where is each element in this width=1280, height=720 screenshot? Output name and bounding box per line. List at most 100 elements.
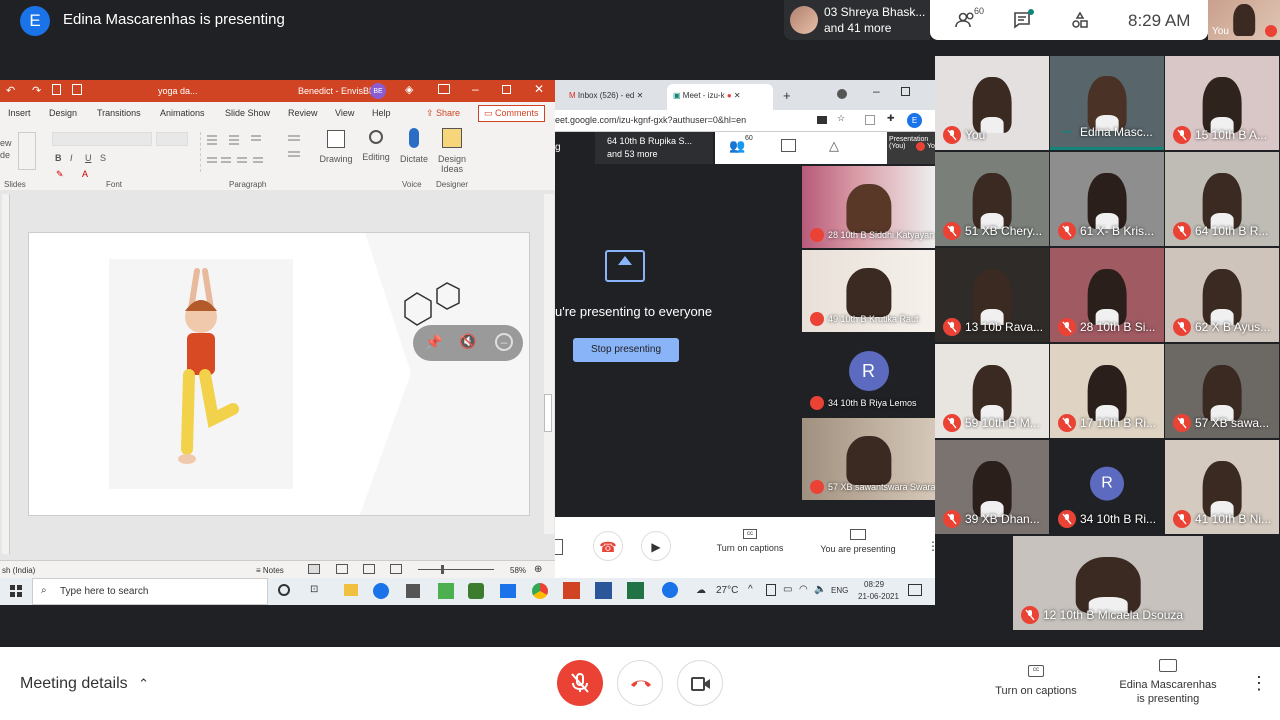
app-icon[interactable]: [662, 582, 678, 598]
participants-chip[interactable]: 03 Shreya Bhask... and 41 more: [784, 0, 930, 40]
font-name-box[interactable]: [52, 132, 152, 146]
participant-tile[interactable]: 12 10th B Micaela Dsouza: [1013, 536, 1203, 630]
paragraph-tools[interactable]: [200, 132, 280, 172]
taskbar-date[interactable]: 21-06-2021: [858, 592, 899, 601]
ribbon-display-icon[interactable]: [438, 84, 450, 94]
app-icon[interactable]: [468, 583, 484, 599]
people-icon[interactable]: 👥: [729, 138, 745, 154]
share-button[interactable]: ⇪ Share: [426, 108, 460, 119]
camera-icon[interactable]: ▶: [641, 531, 671, 561]
notes-button[interactable]: ≡ Notes: [256, 566, 284, 575]
close-icon[interactable]: ✕: [534, 82, 544, 96]
excel-icon[interactable]: [627, 582, 644, 599]
font-size-box[interactable]: [156, 132, 188, 146]
mic-toggle-button[interactable]: [557, 660, 603, 706]
taskbar-time[interactable]: 08:29: [864, 580, 884, 589]
italic-icon[interactable]: I: [70, 153, 73, 163]
participant-tile[interactable]: 59 10th B M...: [935, 344, 1049, 438]
inner-participants-chip[interactable]: 64 10th B Rupika S... and 53 more: [595, 132, 713, 164]
save-icon[interactable]: [72, 84, 82, 95]
vertical-scrollbar[interactable]: [544, 194, 554, 534]
inner-presenting-button[interactable]: You are presenting: [817, 529, 899, 554]
url-text[interactable]: eet.google.com/izu-kgnf-gxk?authuser=0&h…: [555, 115, 746, 125]
store-icon[interactable]: [406, 584, 420, 598]
diamond-icon[interactable]: ◈: [405, 83, 413, 96]
participant-tile[interactable]: ••• Edina Masc...: [1050, 56, 1164, 150]
tab-search-icon[interactable]: [837, 89, 847, 99]
leave-call-button[interactable]: [617, 660, 663, 706]
edge-icon[interactable]: [373, 583, 389, 599]
app-icon[interactable]: [438, 583, 454, 599]
extension-icon[interactable]: [865, 115, 875, 125]
tab-meet[interactable]: ▣ Meet - izu-k ● ✕: [667, 84, 773, 110]
inner-participant-tile[interactable]: 57 XB sawantswara Swara: [802, 418, 935, 500]
slide[interactable]: 📌 🔇 –: [28, 232, 530, 516]
tab-animations[interactable]: Animations: [160, 108, 205, 118]
tab-transitions[interactable]: Transitions: [97, 108, 141, 118]
people-button[interactable]: 60: [948, 6, 984, 32]
task-view-icon[interactable]: ⊡: [310, 584, 318, 595]
more-options-icon[interactable]: ⋮: [927, 539, 935, 553]
participant-tile[interactable]: 13 10b Rava...: [935, 248, 1049, 342]
participant-tile[interactable]: 51 XB Chery...: [935, 152, 1049, 246]
new-file-icon[interactable]: [52, 84, 61, 95]
notification-icon[interactable]: [908, 584, 922, 596]
underline-icon[interactable]: U: [85, 153, 92, 163]
wifi-icon[interactable]: ◠: [799, 584, 808, 595]
participant-tile[interactable]: 61 X- B Kris...: [1050, 152, 1164, 246]
font-color-icon[interactable]: A: [82, 169, 88, 179]
editing-button[interactable]: Editing: [358, 128, 394, 178]
participant-tile[interactable]: 62 X B Ayus...: [1165, 248, 1279, 342]
slideshow-icon[interactable]: [390, 564, 402, 574]
inner-presentation-thumb[interactable]: Presentation (You) Yo: [887, 132, 935, 164]
camera-toggle-button[interactable]: [677, 660, 723, 706]
mic-icon[interactable]: [555, 539, 563, 555]
slide-sorter-icon[interactable]: [336, 564, 348, 574]
thumbnail-scrollbar[interactable]: [2, 194, 10, 554]
battery-icon[interactable]: [766, 584, 776, 596]
undo-icon[interactable]: ↶: [6, 84, 15, 97]
minimize-icon[interactable]: –: [472, 82, 479, 96]
tray-chevron-icon[interactable]: ^: [748, 584, 753, 595]
new-tab-icon[interactable]: +: [783, 88, 791, 103]
tray-icon[interactable]: ▭: [783, 584, 792, 595]
normal-view-icon[interactable]: [308, 564, 320, 574]
captions-button[interactable]: cc Turn on captions: [986, 665, 1086, 697]
chat-button[interactable]: [1010, 8, 1034, 32]
file-explorer-icon[interactable]: [344, 584, 358, 596]
activities-icon[interactable]: △: [829, 138, 839, 154]
tab-insert[interactable]: Insert: [8, 108, 31, 118]
drawing-button[interactable]: Drawing: [318, 128, 354, 178]
pin-icon[interactable]: 📌: [425, 334, 442, 351]
windows-start-icon[interactable]: [10, 585, 22, 597]
inner-captions-button[interactable]: cc Turn on captions: [713, 529, 787, 553]
participant-tile[interactable]: R 34 10th B Ri...: [1050, 440, 1164, 534]
tab-slide-show[interactable]: Slide Show: [225, 108, 270, 118]
word-icon[interactable]: [595, 582, 612, 599]
chat-icon[interactable]: [781, 139, 796, 152]
hang-up-icon[interactable]: ☎: [593, 531, 623, 561]
input-language[interactable]: ENG: [831, 586, 848, 595]
participant-tile[interactable]: 39 XB Dhan...: [935, 440, 1049, 534]
stop-presenting-button[interactable]: Stop presenting: [573, 338, 679, 362]
slide-layout-icons[interactable]: [18, 132, 36, 170]
account-avatar[interactable]: BE: [370, 83, 386, 99]
bookmark-star-icon[interactable]: ☆: [837, 113, 845, 124]
minimize-icon[interactable]: –: [873, 84, 880, 98]
inner-participant-tile[interactable]: R 34 10th B Riya Lemos: [802, 334, 935, 416]
weather-icon[interactable]: ☁: [696, 585, 706, 596]
participant-tile[interactable]: 17 10th B Ri...: [1050, 344, 1164, 438]
mail-icon[interactable]: [500, 584, 516, 598]
dictate-button[interactable]: Dictate: [396, 128, 432, 178]
redo-icon[interactable]: ↷: [32, 84, 41, 97]
reading-view-icon[interactable]: [363, 564, 375, 574]
tab-view[interactable]: View: [335, 108, 354, 118]
inner-participant-tile[interactable]: 49 10th B Krutika Raut: [802, 250, 935, 332]
design-ideas-button[interactable]: Design Ideas: [434, 128, 470, 182]
powerpoint-icon[interactable]: [563, 582, 580, 599]
cortana-icon[interactable]: [278, 584, 290, 596]
self-view-thumbnail[interactable]: You: [1208, 0, 1280, 40]
strikethrough-icon[interactable]: S: [100, 153, 106, 163]
participant-tile[interactable]: 15 10th B A...: [1165, 56, 1279, 150]
participant-tile[interactable]: 57 XB sawa...: [1165, 344, 1279, 438]
